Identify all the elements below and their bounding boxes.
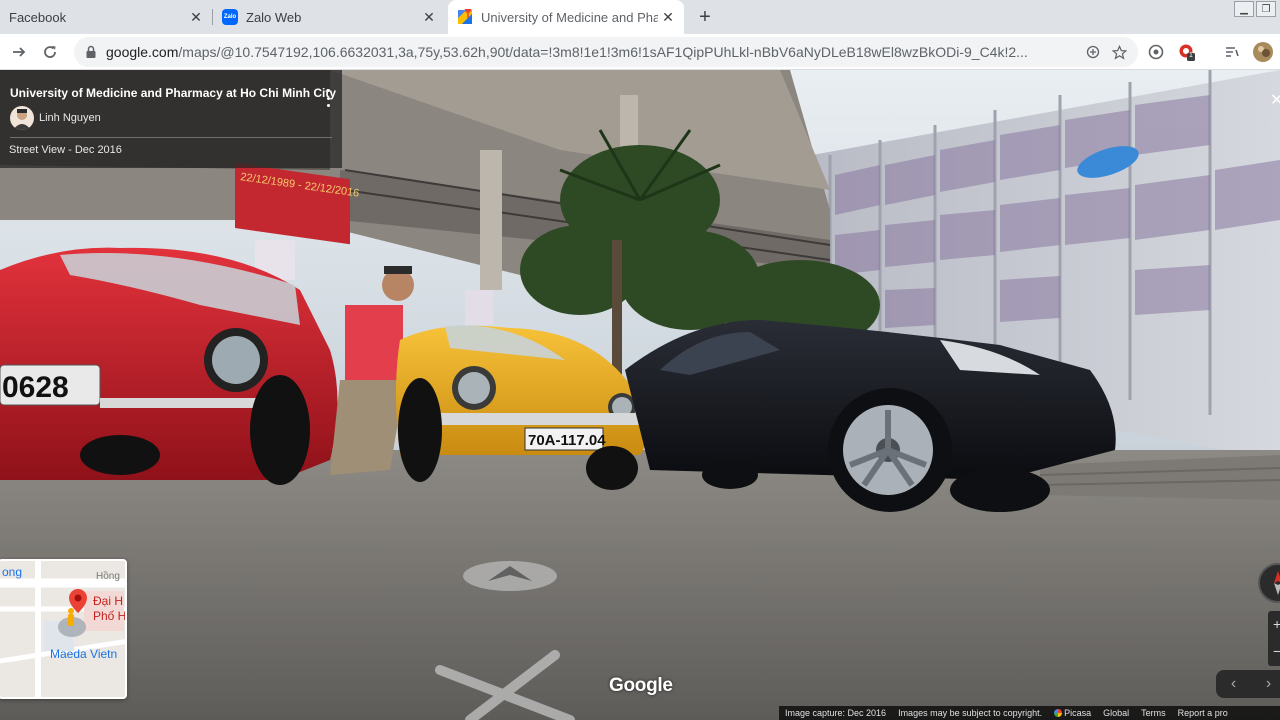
restore-button[interactable]: ❐ — [1256, 1, 1276, 17]
url-path: /maps/@10.7547192,106.6632031,3a,75y,53.… — [178, 44, 1028, 60]
yellow-car-plate: 70A-117.04 — [528, 432, 606, 449]
extension-list-icon[interactable] — [1220, 40, 1244, 64]
map-label-university-2: Phố H — [93, 609, 127, 623]
global-link[interactable]: Global — [1097, 708, 1135, 718]
map-label-university: Đại H — [93, 594, 124, 608]
reload-button[interactable] — [37, 39, 63, 65]
window-controls: ▁ ❐ — [1234, 1, 1276, 17]
author-avatar[interactable] — [10, 106, 34, 130]
image-capture-date: Image capture: Dec 2016 — [785, 708, 887, 718]
mini-map[interactable]: ong Hồng Đại H Phố H Maeda Vietn — [0, 559, 127, 699]
close-tab-icon[interactable]: ✕ — [658, 7, 678, 27]
new-tab-button[interactable]: + — [693, 5, 717, 29]
zalo-icon: Zalo — [222, 9, 238, 25]
terms-link[interactable]: Terms — [1135, 708, 1172, 718]
extension-badge-icon[interactable]: 1 — [1175, 40, 1199, 64]
profile-avatar[interactable] — [1251, 40, 1275, 64]
address-bar[interactable]: google.com/maps/@10.7547192,106.6632031,… — [74, 37, 1138, 67]
tab-facebook[interactable]: Facebook ✕ — [0, 0, 212, 34]
copyright-notice: Images may be subject to copyright. — [898, 708, 1043, 718]
tab-strip: Facebook ✕ Zalo Zalo Web ✕ University of… — [0, 0, 1280, 34]
zoom-in-button[interactable]: + — [1268, 611, 1280, 638]
close-tab-icon[interactable]: ✕ — [419, 7, 439, 27]
more-options-icon[interactable] — [323, 89, 333, 107]
tab-title: University of Medicine and Pha — [481, 9, 658, 25]
photo-nav-controls: ‹ › — [1216, 670, 1280, 698]
picasa-link[interactable]: Picasa — [1048, 708, 1097, 718]
author-name[interactable]: Linh Nguyen — [39, 112, 101, 124]
next-photo-button[interactable]: › — [1251, 675, 1280, 693]
extension-badge-count: 1 — [1189, 52, 1193, 59]
street-view-viewport[interactable]: 22/12/1989 - 22/12/2016 0628 70A-117.04 … — [0, 70, 1280, 720]
add-shortcut-icon[interactable] — [1080, 39, 1106, 65]
minimize-button[interactable]: ▁ — [1234, 1, 1254, 17]
tab-title: Zalo Web — [246, 9, 302, 25]
forward-button[interactable] — [6, 39, 32, 65]
previous-photo-button[interactable]: ‹ — [1216, 675, 1251, 693]
close-street-view-icon[interactable]: ✕ — [1270, 90, 1280, 110]
url-host: google.com — [106, 44, 179, 60]
attribution-bar: Image capture: Dec 2016 Images may be su… — [779, 706, 1280, 720]
arrow-right-icon — [13, 47, 26, 57]
location-pin-icon — [58, 589, 87, 637]
google-logo: Google — [609, 675, 673, 696]
tab-title: Facebook — [9, 9, 67, 25]
map-label-street: Hồng — [96, 571, 120, 582]
close-tab-icon[interactable]: ✕ — [186, 7, 206, 27]
extension-shield-icon[interactable] — [1144, 40, 1168, 64]
url-text: google.com/maps/@10.7547192,106.6632031,… — [106, 44, 1080, 60]
capture-date-label[interactable]: Street View - Dec 2016 — [9, 144, 122, 156]
reload-icon — [44, 46, 56, 58]
lock-icon[interactable] — [84, 45, 98, 59]
place-info-card: University of Medicine and Pharmacy at H… — [0, 70, 342, 168]
picasa-label: Picasa — [1064, 708, 1092, 718]
map-label-maeda: Maeda Vietn — [50, 647, 118, 661]
tab-zalo-web[interactable]: Zalo Zalo Web ✕ — [213, 0, 445, 34]
browser-toolbar: google.com/maps/@10.7547192,106.6632031,… — [0, 34, 1280, 70]
map-label-road: ong — [2, 565, 23, 579]
author-row: Linh Nguyen — [10, 106, 332, 130]
google-maps-icon — [458, 9, 472, 24]
bookmark-star-icon[interactable] — [1106, 39, 1132, 65]
compass-icon[interactable] — [1258, 563, 1280, 603]
place-title[interactable]: University of Medicine and Pharmacy at H… — [10, 86, 336, 100]
red-car-plate: 0628 — [2, 371, 69, 404]
zoom-out-button[interactable]: − — [1268, 638, 1280, 665]
report-problem-link[interactable]: Report a pro — [1172, 708, 1234, 718]
card-divider — [10, 137, 332, 138]
picasa-icon — [1054, 709, 1063, 717]
tab-university-maps[interactable]: University of Medicine and Pha ✕ — [448, 0, 684, 34]
zoom-controls: + − — [1268, 611, 1280, 666]
